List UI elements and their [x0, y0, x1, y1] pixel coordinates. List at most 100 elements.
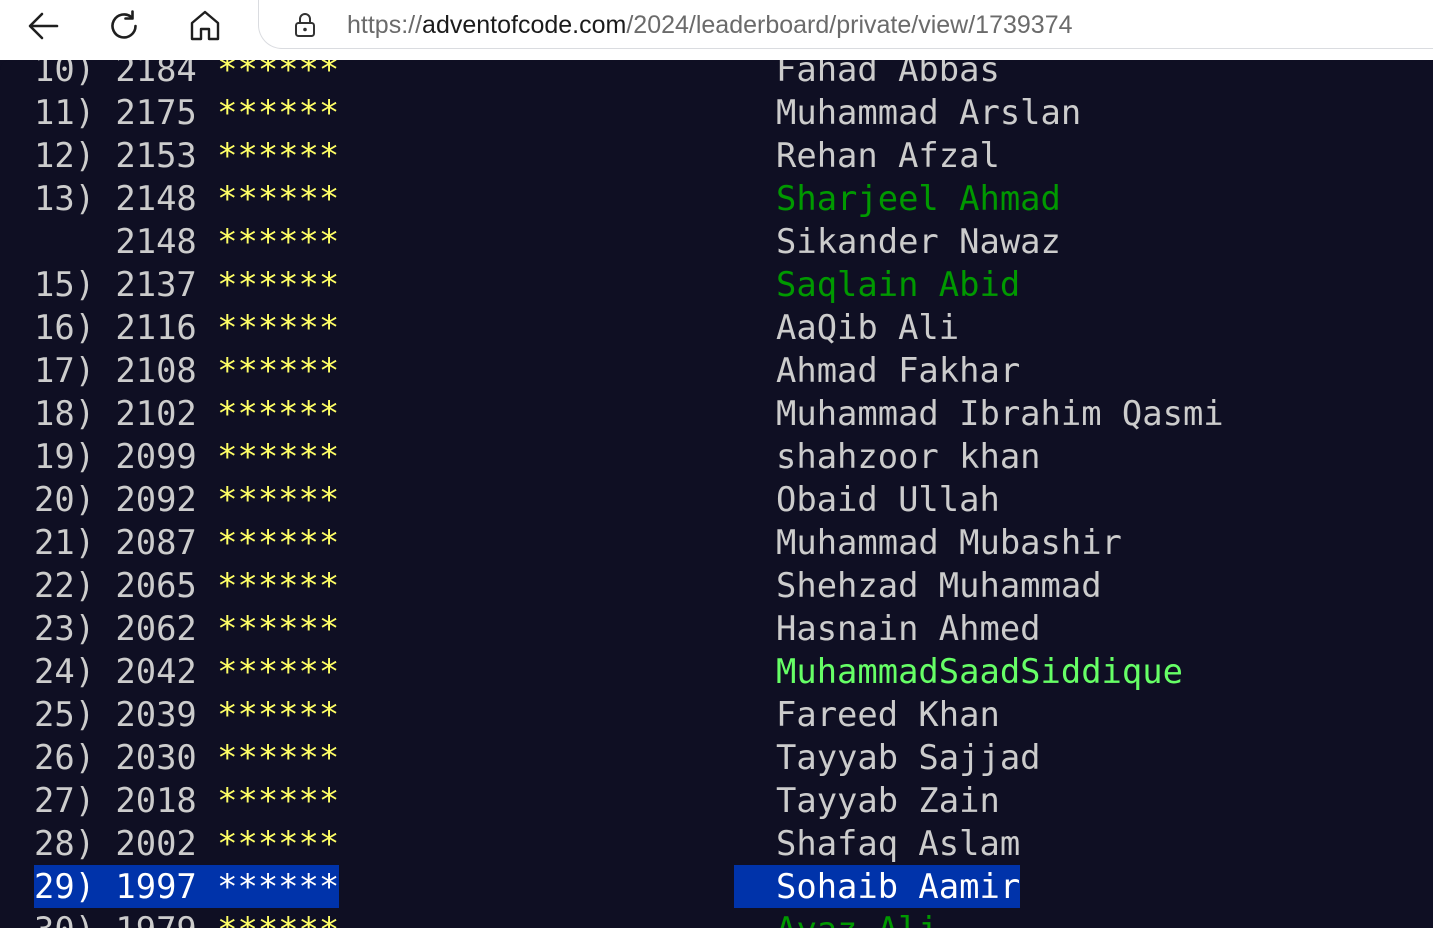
reload-button[interactable] [104, 6, 144, 46]
rank-score-stars: 2148 ****** [34, 220, 339, 263]
score-value: 2030 [115, 738, 197, 777]
leaderboard-row: 22) 2065 ****** Shehzad Muhammad [0, 564, 1433, 607]
stars: ****** [217, 652, 340, 691]
leaderboard-row: 26) 2030 ****** Tayyab Sajjad [0, 736, 1433, 779]
rank-label: 15) [34, 265, 96, 304]
home-button[interactable] [185, 6, 225, 46]
score-value: 2042 [115, 652, 197, 691]
score-value: 2116 [115, 308, 197, 347]
rank-score-stars: 24) 2042 ****** [34, 650, 339, 693]
rank-label: 21) [34, 523, 96, 562]
rank-label: 29) [34, 867, 96, 906]
rank-score-stars: 22) 2065 ****** [34, 564, 339, 607]
rank-score-stars: 19) 2099 ****** [34, 435, 339, 478]
url-path: /2024/leaderboard/private/view/1739374 [626, 11, 1073, 39]
rank-score-stars: 16) 2116 ****** [34, 306, 339, 349]
score-value: 2018 [115, 781, 197, 820]
stars: ****** [217, 437, 340, 476]
score-value: 2102 [115, 394, 197, 433]
score-value: 2108 [115, 351, 197, 390]
member-name: Muhammad Mubashir [776, 523, 1122, 562]
browser-toolbar: https://adventofcode.com/2024/leaderboar… [0, 0, 1433, 60]
rank-score-stars: 21) 2087 ****** [34, 521, 339, 564]
leaderboard-row: 18) 2102 ****** Muhammad Ibrahim Qasmi [0, 392, 1433, 435]
stars: ****** [217, 351, 340, 390]
rank-score-stars: 15) 2137 ****** [34, 263, 339, 306]
member-name-link[interactable]: Sharjeel Ahmad [776, 177, 1061, 220]
rank-score-stars: 27) 2018 ****** [34, 779, 339, 822]
member-name: Fahad Abbas [776, 60, 1000, 89]
leaderboard-page: 10) 2184 ****** Fahad Abbas 11) 2175 *****… [0, 60, 1433, 928]
arrow-left-icon [28, 12, 59, 40]
score-value: 2148 [115, 222, 197, 261]
leaderboard-row: 16) 2116 ****** AaQib Ali [0, 306, 1433, 349]
member-name: Rehan Afzal [776, 136, 1000, 175]
stars: ****** [217, 910, 339, 928]
url-prefix: https:// [347, 11, 423, 39]
rank-score-stars: 11) 2175 ****** [34, 91, 339, 134]
score-value: 2087 [115, 523, 197, 562]
member-name: Tayyab Sajjad [776, 738, 1041, 777]
leaderboard-row: 10) 2184 ****** Fahad Abbas [0, 60, 1433, 91]
stars: ****** [217, 695, 340, 734]
back-button[interactable] [23, 6, 63, 46]
rank-score-stars: 23) 2062 ****** [34, 607, 339, 650]
address-bar[interactable]: https://adventofcode.com/2024/leaderboar… [258, 0, 1433, 49]
rank-score-stars: 30) 1979 ****** [34, 908, 339, 928]
rank-score-stars: 29) 1997 ****** [34, 865, 340, 908]
score-value: 2137 [115, 265, 197, 304]
member-name: Shehzad Muhammad [776, 566, 1102, 605]
score-value: 2148 [115, 179, 197, 218]
leaderboard-row: 15) 2137 ****** Saqlain Abid [0, 263, 1433, 306]
lock-icon[interactable] [293, 12, 317, 38]
rank-label: 23) [34, 609, 96, 648]
member-name: Muhammad Ibrahim Qasmi [776, 394, 1224, 433]
rank-label: 10) [34, 60, 96, 89]
rank-label: 22) [34, 566, 96, 605]
leaderboard-row: 2148 ****** Sikander Nawaz [0, 220, 1433, 263]
stars: ****** [217, 265, 340, 304]
score-value: 2175 [115, 93, 197, 132]
member-name: Shafaq Aslam [776, 824, 1021, 863]
stars: ****** [217, 222, 340, 261]
rank-score-stars: 17) 2108 ****** [34, 349, 339, 392]
member-name-link[interactable]: Saqlain Abid [776, 263, 1020, 306]
stars: ****** [217, 523, 340, 562]
rank-label: 24) [34, 652, 96, 691]
leaderboard-row: 27) 2018 ****** Tayyab Zain [0, 779, 1433, 822]
score-value: 2184 [115, 60, 197, 89]
member-name: Muhammad Arslan [776, 93, 1082, 132]
rank-label: 13) [34, 179, 96, 218]
rank-label: 18) [34, 394, 96, 433]
rank-score-stars: 10) 2184 ****** [34, 60, 339, 91]
member-name: Sohaib Aamir [734, 865, 1021, 908]
rank-label: 20) [34, 480, 96, 519]
rank-score-stars: 18) 2102 ****** [34, 392, 339, 435]
leaderboard-row: 28) 2002 ****** Shafaq Aslam [0, 822, 1433, 865]
stars: ****** [217, 824, 340, 863]
member-name-link[interactable]: MuhammadSaadSiddique [776, 650, 1183, 693]
score-value: 2039 [115, 695, 197, 734]
stars: ****** [217, 609, 340, 648]
stars: ****** [217, 738, 340, 777]
leaderboard-row: 25) 2039 ****** Fareed Khan [0, 693, 1433, 736]
leaderboard-row: 20) 2092 ****** Obaid Ullah [0, 478, 1433, 521]
rank-score-stars: 26) 2030 ****** [34, 736, 339, 779]
member-name: Obaid Ullah [776, 480, 1000, 519]
score-value: 1979 [115, 910, 196, 928]
member-name: Tayyab Zain [776, 781, 1000, 820]
score-value: 1997 [115, 867, 197, 906]
url-host: adventofcode.com [422, 11, 627, 39]
score-value: 2153 [115, 136, 197, 175]
rank-label: 16) [34, 308, 96, 347]
rank-score-stars: 12) 2153 ****** [34, 134, 339, 177]
member-name-link[interactable]: Ayaz Ali [776, 908, 939, 928]
leaderboard-row: 19) 2099 ****** shahzoor khan [0, 435, 1433, 478]
rank-label: 17) [34, 351, 96, 390]
rank-score-stars: 13) 2148 ****** [34, 177, 339, 220]
member-name: Ahmad Fakhar [776, 351, 1021, 390]
member-name: Hasnain Ahmed [776, 609, 1041, 648]
url-text[interactable]: https://adventofcode.com/2024/leaderboar… [347, 9, 1073, 41]
stars: ****** [217, 394, 340, 433]
rank-score-stars: 20) 2092 ****** [34, 478, 339, 521]
